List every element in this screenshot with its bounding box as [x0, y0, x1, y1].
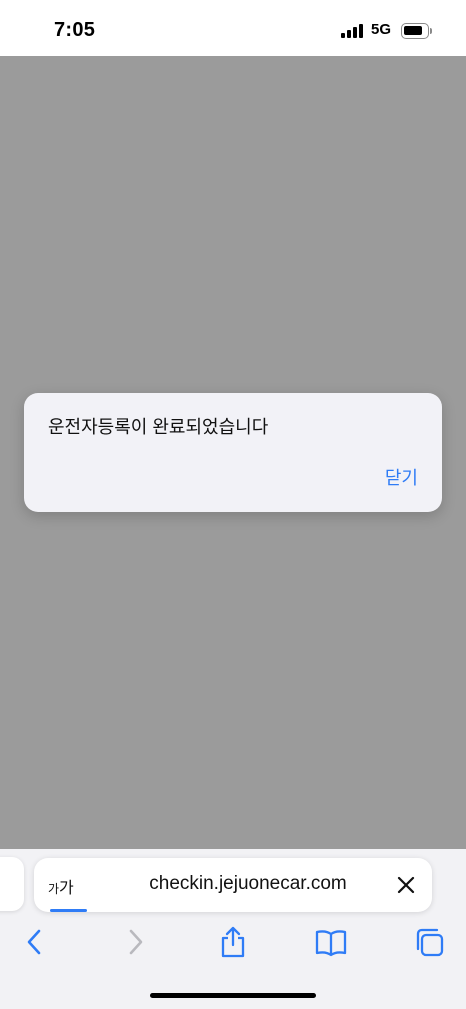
- alert-dialog: 운전자등록이 완료되었습니다 닫기: [24, 393, 442, 512]
- back-icon[interactable]: [18, 925, 52, 959]
- reader-large-label: 가: [59, 880, 74, 897]
- share-icon[interactable]: [216, 925, 250, 959]
- home-indicator: [150, 993, 316, 998]
- forward-icon[interactable]: [118, 925, 152, 959]
- network-type: 5G: [371, 21, 392, 38]
- signal-icon: [341, 24, 365, 38]
- battery-tip: [430, 28, 432, 34]
- bookmarks-icon[interactable]: [314, 925, 348, 959]
- browser-bottom-bar: 가가 checkin.jejuonecar.com: [0, 849, 466, 1009]
- status-time: 7:05: [54, 19, 96, 41]
- load-progress-bar: [50, 909, 87, 912]
- status-bar: 7:05 5G: [0, 0, 466, 56]
- address-bar[interactable]: 가가 checkin.jejuonecar.com: [34, 858, 432, 912]
- tabs-icon[interactable]: [413, 925, 447, 959]
- alert-message: 운전자등록이 완료되었습니다: [48, 417, 269, 437]
- reader-small-label: 가: [48, 882, 60, 896]
- alert-close-button[interactable]: 닫기: [385, 464, 418, 490]
- page-settings-button[interactable]: 가가: [48, 874, 74, 898]
- close-icon[interactable]: [395, 874, 417, 896]
- url-text[interactable]: checkin.jejuonecar.com: [126, 873, 370, 895]
- previous-tab-preview[interactable]: [0, 857, 24, 911]
- battery-icon: [401, 23, 429, 39]
